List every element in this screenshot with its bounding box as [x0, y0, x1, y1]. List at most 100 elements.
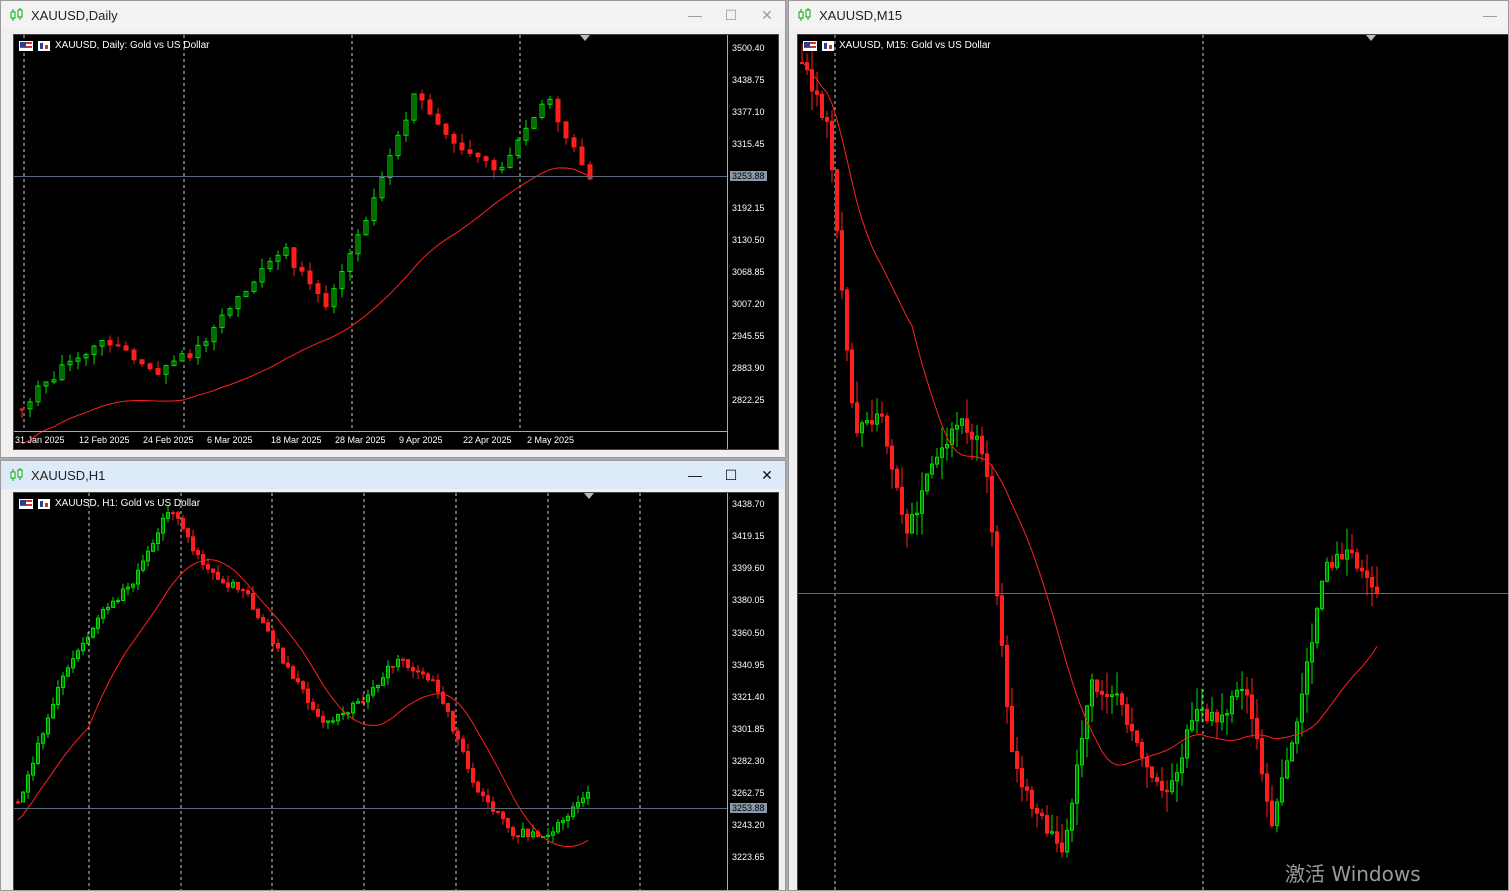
candle	[1015, 736, 1019, 783]
candle	[296, 670, 300, 685]
candle	[491, 796, 495, 815]
titlebar-h1[interactable]: XAUUSD,H1 — ☐ ✕	[1, 461, 785, 489]
shift-marker[interactable]	[580, 35, 590, 41]
candle	[920, 472, 924, 535]
maximize-button[interactable]: ☐	[713, 1, 749, 29]
candle	[885, 412, 889, 454]
candle	[1155, 772, 1159, 787]
candle	[820, 90, 824, 121]
chart-daily[interactable]: XAUUSD, Daily: Gold vs US Dollar 3500.40…	[13, 34, 779, 450]
candle	[219, 308, 225, 334]
shift-marker[interactable]	[1366, 35, 1376, 41]
candle	[990, 464, 994, 547]
candle	[1060, 824, 1064, 858]
candle	[835, 168, 839, 239]
candle	[1065, 818, 1069, 858]
chart-m15[interactable]: XAUUSD, M15: Gold vs US Dollar	[797, 34, 1508, 890]
candle	[561, 816, 565, 831]
candle	[451, 710, 455, 735]
candle	[276, 638, 280, 652]
minimize-button[interactable]: —	[677, 1, 713, 29]
candle	[121, 583, 125, 602]
candle	[111, 596, 115, 608]
moving-average-line	[17, 559, 589, 848]
candle	[1320, 580, 1324, 612]
candle	[283, 242, 289, 260]
candle	[1245, 676, 1249, 714]
candle	[850, 342, 854, 409]
maximize-button[interactable]: ☐	[713, 461, 749, 489]
candle	[195, 335, 201, 365]
us-flag-icon	[19, 40, 33, 51]
minimize-button[interactable]: —	[1472, 1, 1508, 29]
candle	[1040, 808, 1044, 820]
candle	[355, 229, 361, 262]
candle	[211, 568, 215, 580]
candle	[163, 364, 169, 384]
candle	[301, 679, 305, 694]
candle	[216, 565, 220, 580]
close-button[interactable]: ✕	[749, 461, 785, 489]
candle	[191, 529, 195, 556]
candle	[587, 161, 593, 181]
candle	[571, 133, 577, 153]
candle	[36, 735, 40, 765]
candle	[156, 528, 160, 551]
candle	[1005, 635, 1009, 724]
candle	[256, 607, 260, 620]
candle	[1335, 541, 1339, 571]
window-h1[interactable]: XAUUSD,H1 — ☐ ✕ XAUUSD, H1: Gold vs US D…	[0, 460, 786, 891]
shift-marker[interactable]	[584, 493, 594, 499]
candle	[259, 258, 265, 288]
candle	[1080, 720, 1084, 778]
candle	[131, 583, 135, 592]
candle	[516, 834, 520, 844]
candle	[395, 130, 401, 160]
candle	[476, 780, 480, 793]
titlebar-m15[interactable]: XAUUSD,M15 — ☐ ✕	[789, 1, 1508, 29]
window-m15[interactable]: XAUUSD,M15 — ☐ ✕ XAUUSD, M15: Gold vs US…	[788, 0, 1509, 891]
chart-h1[interactable]: XAUUSD, H1: Gold vs US Dollar 3438.70 341…	[13, 492, 779, 890]
candle	[1010, 688, 1014, 753]
candle	[101, 606, 105, 624]
window-daily[interactable]: XAUUSD,Daily — ☐ ✕ XAUUSD, Daily: Gold v…	[0, 0, 786, 458]
candle	[900, 467, 904, 524]
candle	[506, 817, 510, 833]
candle	[980, 426, 984, 462]
titlebar-daily[interactable]: XAUUSD,Daily — ☐ ✕	[1, 1, 785, 29]
chart-label: XAUUSD, Daily: Gold vs US Dollar	[19, 40, 209, 51]
chart-label: XAUUSD, M15: Gold vs US Dollar	[803, 40, 991, 51]
y-tick-label: 3315.45	[732, 139, 765, 149]
candle	[1210, 696, 1214, 727]
candle	[171, 510, 175, 521]
candle	[19, 408, 25, 419]
candle	[1265, 763, 1269, 818]
x-tick-label: 18 Mar 2025	[271, 435, 322, 445]
candle	[955, 412, 959, 447]
y-tick-label: 3243.20	[732, 820, 765, 830]
window-title: XAUUSD,M15	[819, 7, 903, 23]
close-button[interactable]: ✕	[749, 1, 785, 29]
candle	[371, 680, 375, 699]
y-tick-label: 3321.40	[732, 692, 765, 702]
candle	[1355, 548, 1359, 573]
candlestick-icon	[798, 8, 811, 21]
candle	[26, 770, 30, 799]
candle	[161, 513, 165, 541]
candle	[1225, 708, 1229, 735]
y-tick-label: 3377.10	[732, 107, 765, 117]
moving-average-line	[801, 62, 1378, 766]
candle	[416, 664, 420, 680]
candle	[571, 802, 575, 820]
candle	[481, 788, 485, 803]
candle	[1220, 693, 1224, 731]
candle	[1130, 707, 1134, 741]
candle	[321, 710, 325, 729]
candle	[1250, 677, 1254, 738]
minimize-button[interactable]: —	[677, 461, 713, 489]
y-tick-label: 2883.90	[732, 363, 765, 373]
candle	[451, 131, 457, 153]
candle	[243, 290, 249, 298]
candle	[945, 427, 949, 461]
candle	[1095, 679, 1099, 698]
